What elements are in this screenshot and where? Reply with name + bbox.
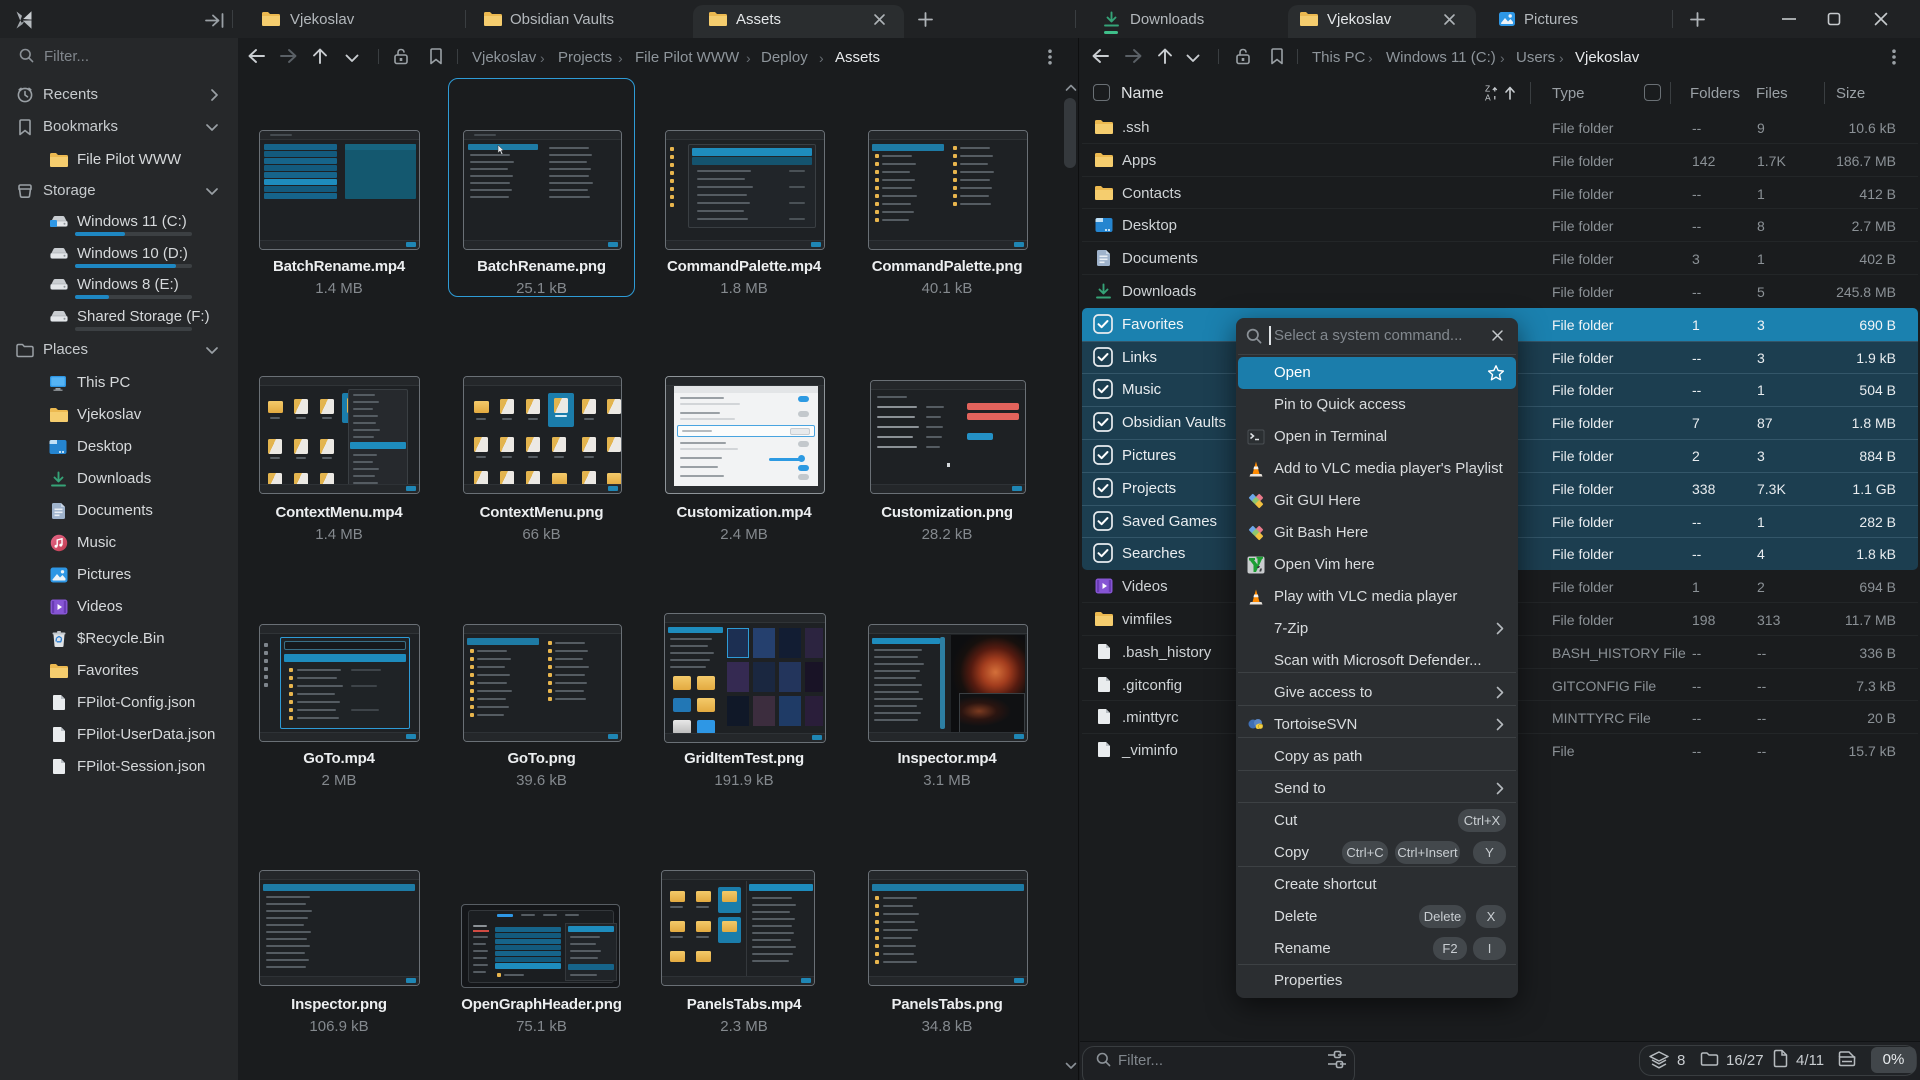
svg-text:A: A bbox=[1485, 93, 1491, 102]
